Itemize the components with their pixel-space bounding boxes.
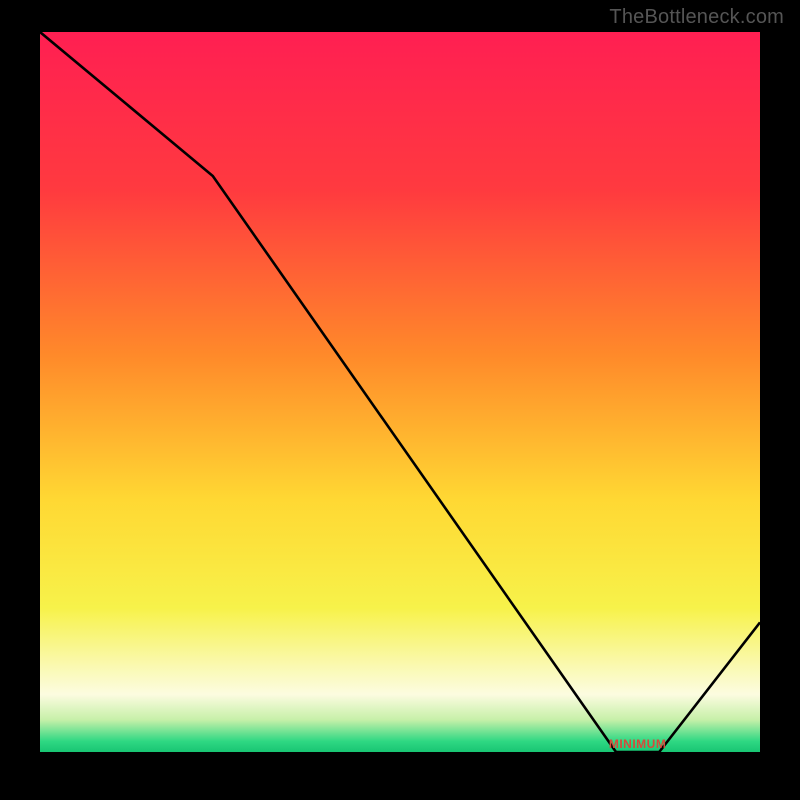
minimum-annotation: MINIMUM [609,737,667,751]
watermark-label: TheBottleneck.com [609,6,784,29]
chart-frame: TheBottleneck.com MINIMUM [0,0,800,800]
gradient-line-chart [40,32,760,752]
plot-area: MINIMUM [40,32,760,752]
gradient-background [40,32,760,752]
